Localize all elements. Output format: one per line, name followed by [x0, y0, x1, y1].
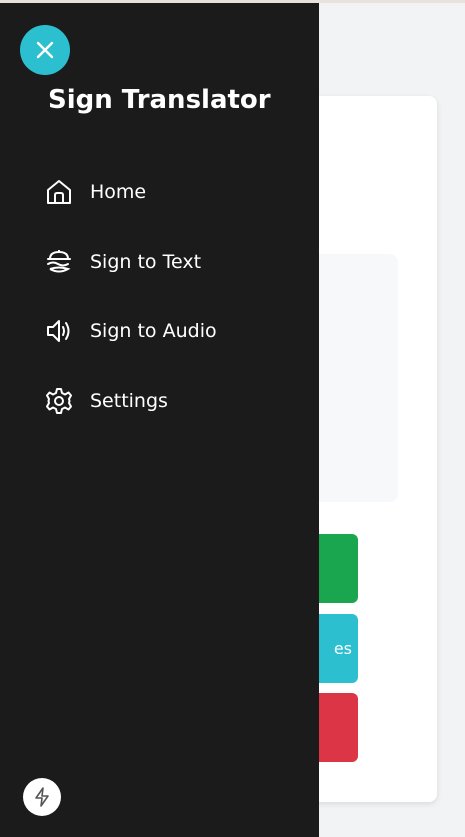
- side-drawer: Sign Translator Home Sign to Text Sign t…: [0, 3, 319, 837]
- nav-item-home[interactable]: Home: [44, 174, 146, 210]
- nav-item-sign-to-audio[interactable]: Sign to Audio: [44, 313, 217, 349]
- home-icon: [47, 180, 71, 204]
- nav-item-label: Sign to Text: [90, 251, 202, 273]
- close-drawer-button[interactable]: [20, 25, 70, 75]
- sign-to-text-icon: [47, 250, 71, 273]
- nav-item-label: Home: [90, 181, 147, 203]
- gear-icon: [46, 388, 72, 414]
- close-icon: [36, 41, 54, 59]
- cyan-action-button-label: es: [333, 639, 352, 658]
- nav-item-label: Sign to Audio: [90, 320, 217, 342]
- bolt-icon: [35, 787, 49, 807]
- app-title: Sign Translator: [48, 85, 271, 115]
- nav-item-sign-to-text[interactable]: Sign to Text: [44, 244, 201, 280]
- nav-item-label: Settings: [90, 390, 168, 412]
- speaker-icon: [47, 320, 70, 342]
- quick-action-button[interactable]: [23, 778, 61, 816]
- nav-item-settings[interactable]: Settings: [44, 383, 168, 419]
